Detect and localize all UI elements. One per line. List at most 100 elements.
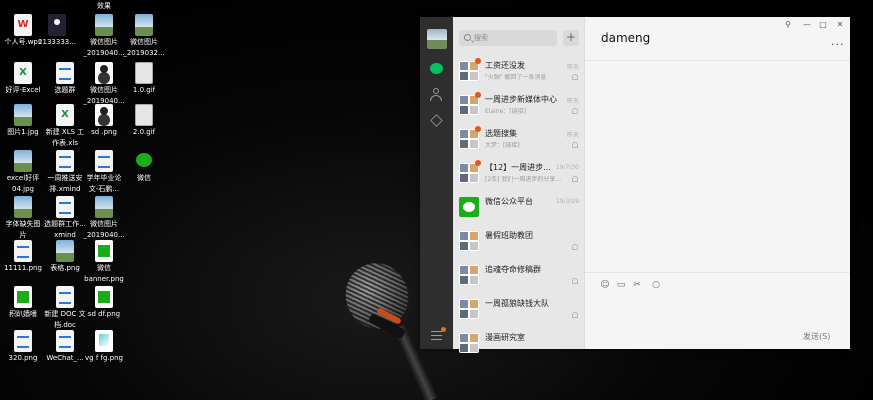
xmind-file-icon — [56, 196, 74, 218]
wechat-icon — [135, 150, 153, 172]
more-options-button[interactable]: ... — [831, 35, 845, 48]
chat-list-item[interactable]: 一周孤狼缺钱大队 — [453, 292, 585, 326]
chat-avatar — [459, 333, 479, 353]
chat-list-item[interactable]: 暑假班助教团 — [453, 224, 585, 258]
icon-label: 一周推送安 — [47, 174, 83, 182]
image-file-icon — [95, 62, 113, 84]
chat-preview: [2条] 我们一周进步的分享... — [485, 176, 562, 183]
icon-label: 微信图片 — [90, 38, 118, 46]
desktop-icon-excel[interactable]: 好评-Excel — [2, 62, 44, 95]
desktop-icon-xls[interactable]: 新建 XLS 工 作表.xls — [44, 104, 86, 148]
desktop-icon-image[interactable]: vg f fg.png — [83, 330, 125, 363]
desktop-icon-image[interactable]: sd .png — [83, 104, 125, 137]
desktop-icon-image[interactable]: 2133333... — [36, 14, 78, 47]
icon-label: 2133333... — [38, 38, 76, 46]
desktop-icon-image[interactable]: 320.png — [2, 330, 44, 363]
desktop-icon-xmind[interactable]: 选题群工作... xmind — [44, 196, 86, 240]
chat-list-item[interactable]: 追魂夺命修稿群 — [453, 258, 585, 292]
mute-icon — [572, 142, 578, 148]
image-file-icon — [95, 196, 113, 218]
icon-label: 好评-Excel — [5, 86, 41, 94]
desktop-icon-image[interactable]: 字体缺失图 片 — [2, 196, 44, 240]
excel-file-icon — [56, 104, 74, 126]
chat-history-icon[interactable]: ○ — [651, 280, 661, 290]
search-input[interactable] — [474, 33, 554, 43]
desktop-icon-image[interactable]: excel好评 04.jpg — [2, 150, 44, 194]
icon-label: 档.doc — [54, 321, 76, 329]
add-button[interactable]: + — [563, 30, 579, 46]
image-file-icon — [95, 240, 113, 262]
desktop-icon-image[interactable]: WeChat_... — [44, 330, 86, 363]
desktop-icon-xmind[interactable]: 一周推送安 排.xmind — [44, 150, 86, 194]
file-icon — [14, 286, 32, 308]
icon-label: 字体缺失图 — [5, 220, 41, 228]
icon-label: 微信 — [137, 174, 151, 182]
desktop-icon-gif[interactable]: 1.0.gif — [123, 62, 165, 95]
search-box[interactable] — [459, 30, 557, 46]
desktop-icon-image[interactable]: 微信 banner.png — [83, 240, 125, 284]
chat-avatar — [459, 129, 479, 149]
pin-icon[interactable]: ⚲ — [782, 20, 794, 30]
desktop-icon-image[interactable]: sd df.png — [83, 286, 125, 319]
chat-list-item[interactable]: 微信公众平台 19/3/29 — [453, 190, 585, 224]
unread-dot — [475, 160, 481, 166]
chat-list-item[interactable]: 【12】一周进步... [2条] 我们一周进步的分享... 19/7/30 — [453, 156, 585, 190]
chat-icon[interactable] — [428, 61, 445, 76]
icon-label: 11111.png — [4, 264, 42, 272]
folder-icon[interactable]: ▭ — [616, 280, 626, 290]
desktop-icon-image[interactable]: 图片1.jpg — [2, 104, 44, 137]
icon-label: xmind — [54, 231, 76, 239]
icon-label: 表格.png — [50, 264, 80, 272]
chat-list-item[interactable]: 选题搜集 大梦：[链接] 昨天 — [453, 122, 585, 156]
desktop-icon-folder[interactable]: 效果 — [83, 0, 125, 11]
chat-list-item[interactable]: 漫画研究室 — [453, 326, 585, 360]
icon-label: _2019040... — [83, 231, 125, 239]
word-file-icon — [95, 150, 113, 172]
message-input[interactable] — [599, 295, 839, 323]
icon-label: 2.0.gif — [132, 128, 156, 136]
image-file-icon — [14, 150, 32, 172]
mute-icon — [572, 108, 578, 114]
minimize-icon[interactable]: — — [801, 20, 813, 30]
unread-dot — [475, 92, 481, 98]
icon-label: sd .png — [91, 128, 117, 136]
desktop-icon-image[interactable]: 微信图片 _2019040... — [83, 14, 125, 58]
send-button[interactable]: 发送(S) — [803, 331, 830, 342]
desktop-icon-wechat[interactable]: 微信 — [123, 150, 165, 183]
desktop-icon-image[interactable]: 11111.png — [2, 240, 44, 273]
desktop-icon-doc[interactable]: 新建 DOC 文 档.doc — [44, 286, 86, 330]
desktop-icon-doc[interactable]: 积趴嫱嗜 — [2, 286, 44, 319]
menu-icon[interactable] — [428, 327, 446, 343]
chat-time: 19/7/30 — [555, 164, 579, 171]
desktop-icon-image[interactable]: 微信图片 _2019040... — [83, 196, 125, 240]
icon-label: vg f fg.png — [85, 354, 123, 362]
scissors-icon[interactable]: ✂ — [632, 280, 642, 290]
unread-dot — [475, 58, 481, 64]
chat-avatar — [459, 163, 479, 183]
emoji-icon[interactable]: ☺ — [600, 280, 610, 290]
chat-time: 19/3/29 — [555, 198, 579, 205]
chat-pane: dameng ⚲ — □ ✕ ... ☺ ▭ ✂ ○ 发送(S) — [585, 17, 850, 349]
chat-avatar — [459, 95, 479, 115]
image-file-icon — [56, 330, 74, 352]
maximize-icon[interactable]: □ — [817, 20, 829, 30]
desktop-icon-image[interactable]: 微信图片 _2019040... — [83, 62, 125, 106]
desktop-icon-doc[interactable]: 学年毕业论 文-石鹏... — [83, 150, 125, 194]
desktop-icon-group[interactable]: 选题群 — [44, 62, 86, 95]
desktop-icon-image[interactable]: 微信图片 _2019032... — [123, 14, 165, 58]
gif-file-icon — [135, 104, 153, 126]
icon-label: 图片1.jpg — [7, 128, 39, 136]
image-file-icon — [48, 14, 66, 36]
icon-label: 片 — [19, 231, 27, 239]
image-file-icon — [95, 330, 113, 352]
contacts-icon[interactable] — [428, 87, 445, 102]
close-icon[interactable]: ✕ — [834, 20, 846, 30]
chat-preview: Elaine：[链接] — [485, 108, 526, 115]
input-area: ☺ ▭ ✂ ○ 发送(S) — [585, 272, 850, 349]
favorites-icon[interactable] — [428, 113, 445, 128]
desktop-icon-image[interactable]: 表格.png — [44, 240, 86, 273]
chat-list-item[interactable]: 一周进步新媒体中心 Elaine：[链接] 昨天 — [453, 88, 585, 122]
chat-list-item[interactable]: 工资还没发 "火锅" 撤回了一条消息 昨天 — [453, 54, 585, 88]
avatar[interactable] — [427, 29, 447, 49]
desktop-icon-gif[interactable]: 2.0.gif — [123, 104, 165, 137]
